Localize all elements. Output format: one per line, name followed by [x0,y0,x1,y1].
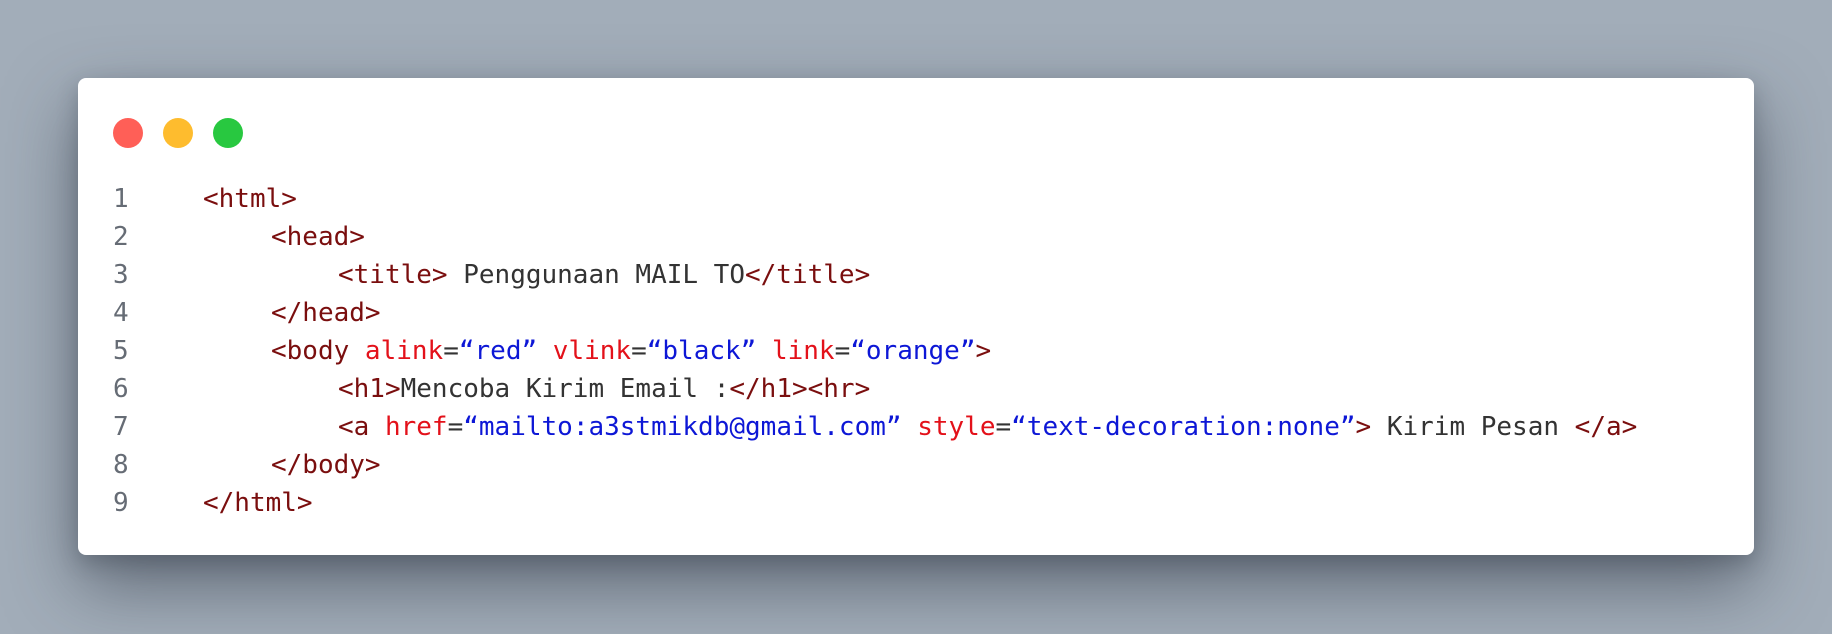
code-tag: > [1355,412,1372,442]
code-text: = [631,336,647,366]
code-line: 1 <html> [113,180,1734,218]
close-button[interactable] [113,118,143,148]
code-window: 1 <html> 2 <head> 3 <title> Penggunaan MAIL T… [78,78,1754,555]
maximize-button[interactable] [213,118,243,148]
line-number: 8 [113,450,129,480]
code-line: 9 </html> [113,484,1734,522]
code-line: 5 <body alink=“red” vlink=“black” link=“o… [113,332,1734,370]
code-line: 6 <h1>Mencoba Kirim Email :</h1><hr> [113,370,1734,408]
code-string: “mailto:a3stmikdb@gmail.com” [463,412,902,442]
code-line: 8 </body> [113,446,1734,484]
line-number: 1 [113,184,129,214]
code-string: “text-decoration:none” [1011,412,1356,442]
code-line: 2 <head> [113,218,1734,256]
code-text: = [995,412,1012,442]
line-number: 2 [113,222,129,252]
code-line: 3 <title> Penggunaan MAIL TO</title> [113,256,1734,294]
code-attribute: href [384,412,448,442]
code-tag: </title> [745,260,871,290]
line-number: 9 [113,488,129,518]
code-tag: </a> [1574,412,1638,442]
line-number: 3 [113,260,129,290]
code-text: = [447,412,464,442]
code-block: 1 <html> 2 <head> 3 <title> Penggunaan MAIL T… [113,180,1734,522]
code-attribute: link [771,336,835,366]
code-attribute: alink [364,336,444,366]
code-tag: </body> [271,450,381,480]
code-text: Mencoba Kirim Email : [400,374,730,404]
line-number: 6 [113,374,129,404]
code-tag: </head> [271,298,381,328]
code-tag: <html> [203,184,297,214]
code-text: = [834,336,851,366]
code-tag: > [975,336,992,366]
code-text: Kirim Pesan [1371,412,1575,442]
line-number: 7 [113,412,129,442]
code-attribute: style [917,412,996,442]
code-tag: <body [271,336,365,366]
line-number: 5 [113,336,129,366]
code-tag: </html> [203,488,313,518]
code-attribute: vlink [552,336,632,366]
code-tag: <h1> [338,374,401,404]
minimize-button[interactable] [163,118,193,148]
window-controls [113,118,243,148]
code-string: “black” [646,336,757,366]
code-string: “red” [458,336,538,366]
code-text: = [443,336,459,366]
code-tag: <a [338,412,385,442]
code-tag: <title> [338,260,448,290]
code-line: 7 <a href=“mailto:a3stmikdb@gmail.com” st… [113,408,1734,446]
code-line: 4 </head> [113,294,1734,332]
code-tag: <head> [271,222,365,252]
code-string: “orange” [850,336,976,366]
page-background: { "window": { "buttons": [ {"name": "clo… [0,0,1832,634]
code-text: Penggunaan MAIL TO [447,260,745,290]
line-number: 4 [113,298,129,328]
code-tag: </h1><hr> [729,374,871,404]
